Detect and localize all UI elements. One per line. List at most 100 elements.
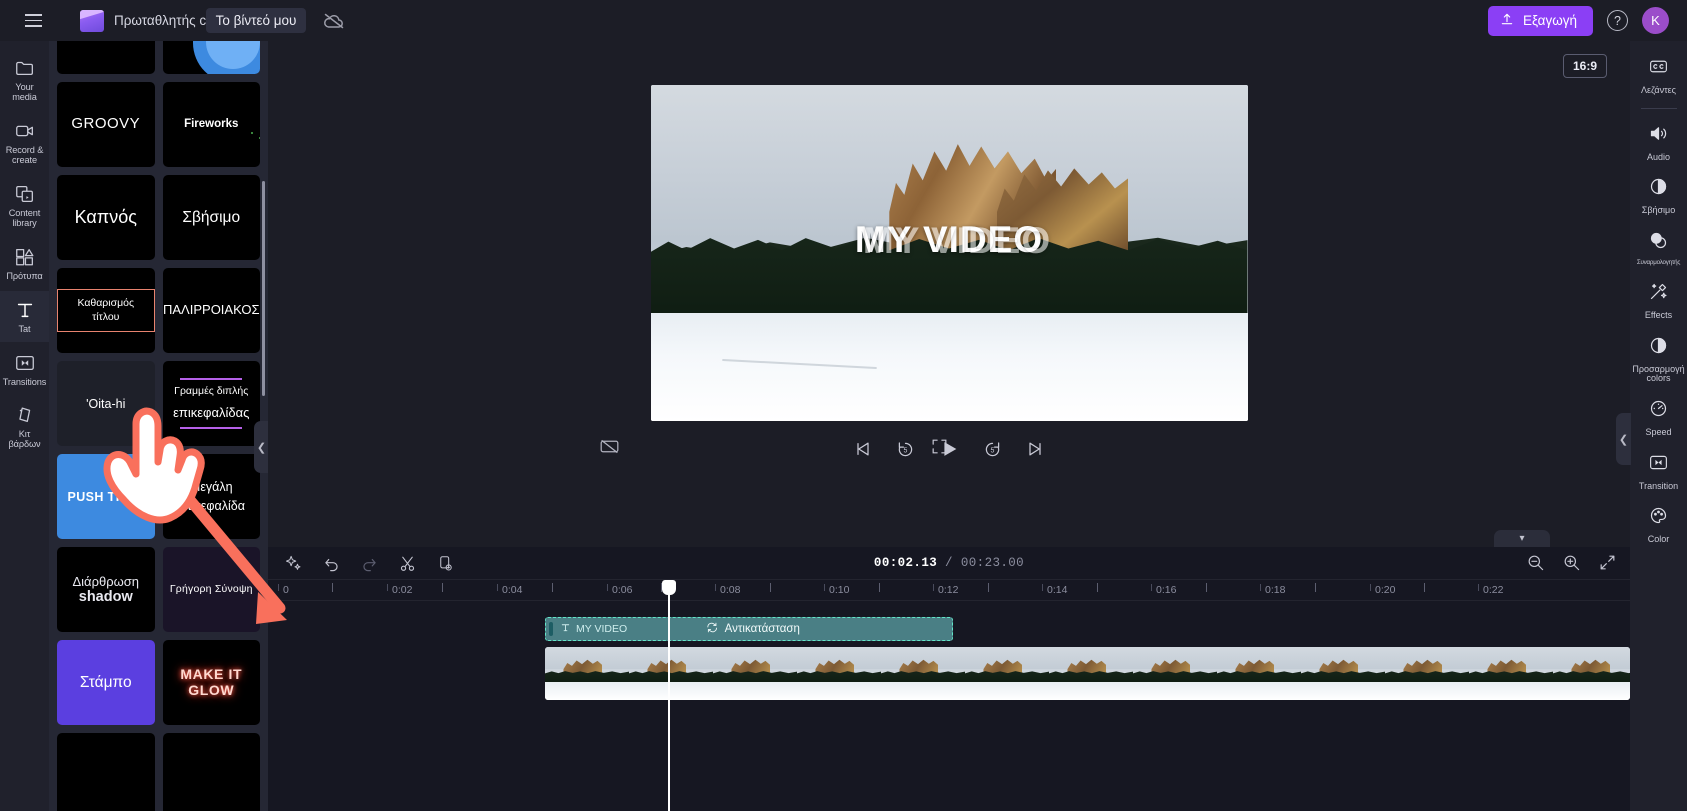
expand-timeline-button[interactable]: ▾ — [1494, 530, 1550, 547]
sidebar-label: Tat — [18, 323, 31, 334]
main-body: Your media Record & create Content libra… — [0, 41, 1687, 811]
template-label: MAKE IT — [180, 666, 243, 683]
skip-to-end-button[interactable] — [1025, 436, 1045, 462]
template-kapnos[interactable]: Καπνός — [57, 175, 155, 260]
zoom-in-button[interactable] — [1562, 553, 1582, 573]
template-grammes-diplis[interactable]: Γραμμές διπλής επικεφαλίδας — [162, 361, 260, 446]
replace-button[interactable]: Αντικατάσταση — [706, 621, 800, 637]
avatar[interactable]: K — [1642, 7, 1669, 34]
template-blue-circle[interactable] — [162, 41, 260, 74]
template-groovy[interactable]: GROOVY — [57, 82, 155, 167]
panel-scrollbar[interactable] — [262, 181, 265, 396]
sidebar-item-transitions[interactable]: Transitions — [0, 344, 49, 395]
tool-label: Transition — [1638, 480, 1679, 491]
tool-label: Color — [1647, 534, 1670, 545]
text-clip-name: MY VIDEO — [576, 623, 628, 635]
tool-audio[interactable]: Audio — [1630, 116, 1687, 170]
ruler-label: 0:08 — [720, 584, 741, 596]
tool-captions[interactable]: Λεζάντες — [1630, 49, 1687, 103]
sidebar-label: Πρότυπα — [6, 270, 43, 281]
brandkit-icon — [14, 404, 36, 426]
ruler-label: 0:18 — [1265, 584, 1286, 596]
skip-to-start-button[interactable] — [853, 436, 873, 462]
template-fireworks[interactable]: Fireworks — [162, 82, 260, 167]
left-rail: Your media Record & create Content libra… — [0, 41, 49, 811]
preview-title-overlay: MY VIDEO MY VIDEO — [651, 219, 1248, 261]
thumbnail — [545, 647, 629, 700]
cloud-off-icon[interactable] — [322, 9, 346, 33]
timeline-body[interactable]: 0 0:02 0:04 0:06 0:08 0:10 0:12 0:14 0:1… — [268, 580, 1630, 811]
text-clip-label: MY VIDEO — [560, 622, 627, 636]
replace-icon — [706, 621, 719, 637]
tool-label: Λεζάντες — [1641, 85, 1676, 95]
undo-button[interactable] — [318, 550, 344, 576]
template-label: 'Oita-hi — [86, 396, 126, 411]
tool-color[interactable]: Color — [1630, 498, 1687, 552]
fit-timeline-button[interactable] — [1598, 553, 1618, 573]
template-oita-hi[interactable]: 'Oita-hi — [57, 361, 155, 446]
tool-label: Audio — [1646, 151, 1671, 162]
collapse-preview-button[interactable]: ❮ — [1616, 413, 1631, 465]
help-icon[interactable]: ? — [1607, 10, 1628, 31]
tool-effects[interactable]: Effects — [1630, 274, 1687, 328]
sidebar-item-text[interactable]: Tat — [0, 290, 49, 342]
camera-icon — [14, 120, 36, 142]
template-blank-2[interactable] — [57, 733, 155, 811]
template-sbisimo[interactable]: Σβήσιμο — [162, 175, 260, 260]
tool-fade[interactable]: Σβήσιμο — [1630, 169, 1687, 223]
zoom-out-button[interactable] — [1526, 553, 1546, 573]
sidebar-item-record-create[interactable]: Record & create — [0, 112, 49, 173]
template-kathar-titlou[interactable]: Καθαρισμός τίτλου — [57, 268, 155, 353]
template-palirroiakos[interactable]: ΠΑΛΙΡΡΟΙΑΚΟΣ — [162, 268, 260, 353]
text-icon — [14, 299, 36, 321]
sidebar-item-templates[interactable]: Πρότυπα — [0, 238, 49, 289]
template-stampo[interactable]: Στάμπο — [57, 640, 155, 725]
sidebar-item-content-library[interactable]: Content library — [0, 175, 49, 236]
template-label: επικεφαλίδας — [173, 405, 250, 421]
thumbnail — [629, 647, 713, 700]
menu-icon[interactable] — [16, 4, 50, 38]
template-diarthrosi-shadow[interactable]: Διάρθρωση shadow — [57, 547, 155, 632]
template-megali-epikefalida[interactable]: Μεγάλη επικεφαλίδα — [162, 454, 260, 539]
project-name-field[interactable]: Το βίντεό μου — [205, 8, 307, 33]
tool-label: Σβήσιμο — [1641, 205, 1676, 216]
template-blank[interactable] — [57, 41, 155, 74]
preview-area: 16:9 MY VIDEO MY VIDEO 5 5 ❮ ▾ — [268, 41, 1631, 547]
template-grigori-synopsi[interactable]: Γρήγορη Σύνοψη — [162, 547, 260, 632]
fullscreen-icon[interactable] — [930, 437, 949, 461]
sidebar-item-your-media[interactable]: Your media — [0, 49, 49, 110]
redo-button[interactable] — [356, 550, 382, 576]
template-label: Διάρθρωση — [72, 574, 139, 589]
aspect-ratio-button[interactable]: 16:9 — [1562, 54, 1607, 78]
tool-speed[interactable]: Speed — [1630, 391, 1687, 445]
scissors-icon[interactable] — [394, 550, 420, 576]
template-label: Fireworks — [184, 118, 239, 131]
tool-adjust-colors[interactable]: Προσαρμογή colors — [1630, 328, 1687, 391]
thumbnail — [1133, 647, 1217, 700]
tool-label: Συναρμολογητής — [1636, 259, 1681, 267]
timeline-ruler[interactable]: 0 0:02 0:04 0:06 0:08 0:10 0:12 0:14 0:1… — [278, 580, 1630, 601]
sparkle-icon[interactable] — [280, 550, 306, 576]
text-clip[interactable]: MY VIDEO Αντικατάσταση — [545, 617, 953, 641]
template-blank-3[interactable] — [162, 733, 260, 811]
sidebar-item-brand-kit[interactable]: Κιτ βάρδων — [0, 396, 49, 457]
collapse-panel-button[interactable]: ❮ — [254, 421, 268, 473]
template-push-thru[interactable]: PUSH THRU — [57, 454, 155, 539]
template-label: Σβήσιμο — [182, 208, 241, 226]
rewind-5-button[interactable]: 5 — [895, 436, 916, 462]
clip-left-handle[interactable] — [549, 622, 553, 636]
forward-5-button[interactable]: 5 — [982, 436, 1003, 462]
captions-off-icon[interactable] — [599, 436, 620, 462]
video-preview[interactable]: MY VIDEO MY VIDEO — [650, 85, 1248, 421]
duplicate-icon[interactable] — [432, 550, 458, 576]
svg-text:5: 5 — [904, 447, 908, 454]
ruler-label: 0:06 — [612, 584, 633, 596]
template-make-it-glow[interactable]: MAKE IT GLOW — [162, 640, 260, 725]
tool-transition[interactable]: Transition — [1630, 445, 1687, 499]
adjust-colors-icon — [1648, 335, 1669, 361]
sidebar-label: Κιτ βάρδων — [8, 429, 41, 450]
tool-blend[interactable]: Συναρμολογητής — [1630, 223, 1687, 274]
export-button[interactable]: Εξαγωγή — [1487, 5, 1593, 36]
video-clip[interactable] — [545, 647, 1630, 700]
thumbnail — [1553, 647, 1630, 700]
